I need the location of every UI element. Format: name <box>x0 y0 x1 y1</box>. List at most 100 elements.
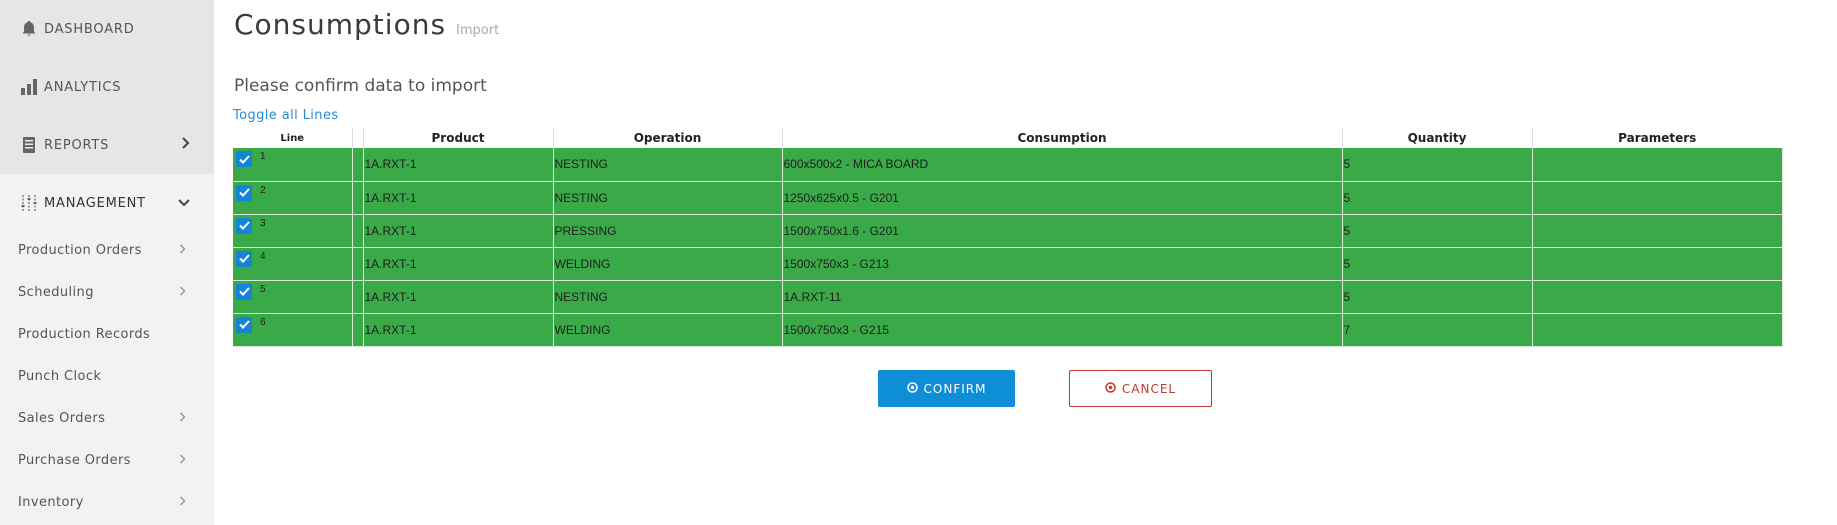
table-row[interactable]: 1 1A.RXT-1 NESTING 600x500x2 - MICA BOAR… <box>233 148 1783 182</box>
consumption-cell: 1500x750x3 - G213 <box>782 247 1343 281</box>
row-checkbox[interactable] <box>236 250 252 267</box>
quantity-cell: 5 <box>1342 181 1533 215</box>
spacer-cell <box>352 148 364 182</box>
spacer-cell <box>352 280 364 314</box>
sidebar-item-scheduling[interactable]: Scheduling <box>0 271 214 313</box>
line-number: 5 <box>260 283 266 295</box>
product-cell: 1A.RXT-1 <box>363 181 554 215</box>
line-cell: 4 <box>233 247 353 281</box>
operation-cell: WELDING <box>553 247 783 281</box>
sidebar-item-production-orders[interactable]: Production Orders <box>0 229 214 271</box>
document-icon <box>19 135 39 155</box>
line-cell: 5 <box>233 280 353 314</box>
line-number: 4 <box>260 250 266 262</box>
table-header-row: Line Product Operation Consumption Quant… <box>233 128 1782 148</box>
product-cell: 1A.RXT-1 <box>363 280 554 314</box>
page-title: Consumptions Import <box>234 8 499 41</box>
nav-dashboard[interactable]: DASHBOARD <box>0 0 214 58</box>
quantity-cell: 5 <box>1342 214 1533 248</box>
confirm-heading: Please confirm data to import <box>234 76 487 96</box>
nav-reports[interactable]: REPORTS <box>0 116 214 174</box>
confirm-button[interactable]: CONFIRM <box>878 370 1015 407</box>
quantity-cell: 5 <box>1342 247 1533 281</box>
consumption-cell: 1A.RXT-11 <box>782 280 1343 314</box>
checkmark-icon <box>238 287 250 296</box>
operation-cell: NESTING <box>553 148 783 182</box>
circle-x-icon <box>1105 381 1116 396</box>
operation-cell: WELDING <box>553 313 783 347</box>
chevron-right-icon <box>179 285 186 299</box>
table-row[interactable]: 3 1A.RXT-1 PRESSING 1500x750x1.6 - G201 … <box>233 214 1783 248</box>
sidebar-item-punch-clock[interactable]: Punch Clock <box>0 355 214 397</box>
toggle-all-lines-link[interactable]: Toggle all Lines <box>233 108 339 123</box>
parameters-cell <box>1532 313 1783 347</box>
consumption-cell: 1500x750x3 - G215 <box>782 313 1343 347</box>
parameters-cell <box>1532 148 1783 182</box>
cancel-button-label: CANCEL <box>1121 381 1177 396</box>
table-row[interactable]: 5 1A.RXT-1 NESTING 1A.RXT-11 5 <box>233 280 1783 314</box>
column-header-product: Product <box>363 128 554 148</box>
consumption-cell: 600x500x2 - MICA BOARD <box>782 148 1343 182</box>
line-cell: 6 <box>233 313 353 347</box>
import-table: Line Product Operation Consumption Quant… <box>233 128 1783 347</box>
chevron-right-icon <box>181 137 190 153</box>
row-checkbox[interactable] <box>236 151 252 167</box>
cancel-button[interactable]: CANCEL <box>1069 370 1212 407</box>
checkmark-icon <box>238 320 250 329</box>
main-content: Consumptions Import Please confirm data … <box>214 0 1837 525</box>
spacer-cell <box>352 313 364 347</box>
quantity-cell: 5 <box>1342 148 1533 182</box>
product-cell: 1A.RXT-1 <box>363 313 554 347</box>
quantity-cell: 7 <box>1342 313 1533 347</box>
circle-arrow-icon <box>906 381 918 396</box>
column-header-quantity: Quantity <box>1342 128 1533 148</box>
nav-label-reports: REPORTS <box>44 137 110 153</box>
page-subtitle: Import <box>456 23 500 38</box>
line-cell: 3 <box>233 214 353 248</box>
quantity-cell: 5 <box>1342 280 1533 314</box>
parameters-cell <box>1532 247 1783 281</box>
sidebar-item-inventory[interactable]: Inventory <box>0 481 214 523</box>
row-checkbox[interactable] <box>236 316 252 333</box>
row-checkbox[interactable] <box>236 217 252 234</box>
checkmark-icon <box>238 154 250 164</box>
table-row[interactable]: 2 1A.RXT-1 NESTING 1250x625x0.5 - G201 5 <box>233 181 1783 215</box>
parameters-cell <box>1532 214 1783 248</box>
line-number: 6 <box>260 316 266 328</box>
operation-cell: PRESSING <box>553 214 783 248</box>
chevron-right-icon <box>179 411 186 425</box>
sidebar-item-sales-orders[interactable]: Sales Orders <box>0 397 214 439</box>
column-header-consumption: Consumption <box>782 128 1343 148</box>
operation-cell: NESTING <box>553 181 783 215</box>
line-number: 1 <box>260 151 266 162</box>
sidebar-item-label: Purchase Orders <box>18 452 131 468</box>
line-cell: 1 <box>233 148 353 182</box>
chevron-right-icon <box>179 453 186 467</box>
spacer-cell <box>352 181 364 215</box>
product-cell: 1A.RXT-1 <box>363 247 554 281</box>
sidebar-item-label: Inventory <box>18 494 84 510</box>
nav-label-analytics: ANALYTICS <box>44 79 122 95</box>
nav-analytics[interactable]: ANALYTICS <box>0 58 214 116</box>
sidebar: DASHBOARD ANALYTICS REPORTS MANAGEMENT P… <box>0 0 214 525</box>
spacer-cell <box>352 214 364 248</box>
sidebar-item-production-records[interactable]: Production Records <box>0 313 214 355</box>
page-title-text: Consumptions <box>234 8 447 41</box>
nav-management[interactable]: MANAGEMENT <box>0 174 214 232</box>
row-checkbox[interactable] <box>236 283 252 300</box>
sliders-icon <box>19 193 39 213</box>
checkmark-icon <box>238 254 250 263</box>
column-header-operation: Operation <box>553 128 783 148</box>
table-row[interactable]: 4 1A.RXT-1 WELDING 1500x750x3 - G213 5 <box>233 247 1783 281</box>
sidebar-item-label: Punch Clock <box>18 368 102 384</box>
sidebar-item-label: Sales Orders <box>18 410 106 426</box>
chevron-right-icon <box>179 243 186 257</box>
sidebar-item-label: Scheduling <box>18 284 94 300</box>
checkmark-icon <box>238 188 250 197</box>
line-number: 3 <box>260 217 266 229</box>
row-checkbox[interactable] <box>236 184 252 201</box>
parameters-cell <box>1532 181 1783 215</box>
sidebar-item-purchase-orders[interactable]: Purchase Orders <box>0 439 214 481</box>
checkmark-icon <box>238 221 250 230</box>
table-row[interactable]: 6 1A.RXT-1 WELDING 1500x750x3 - G215 7 <box>233 313 1783 347</box>
